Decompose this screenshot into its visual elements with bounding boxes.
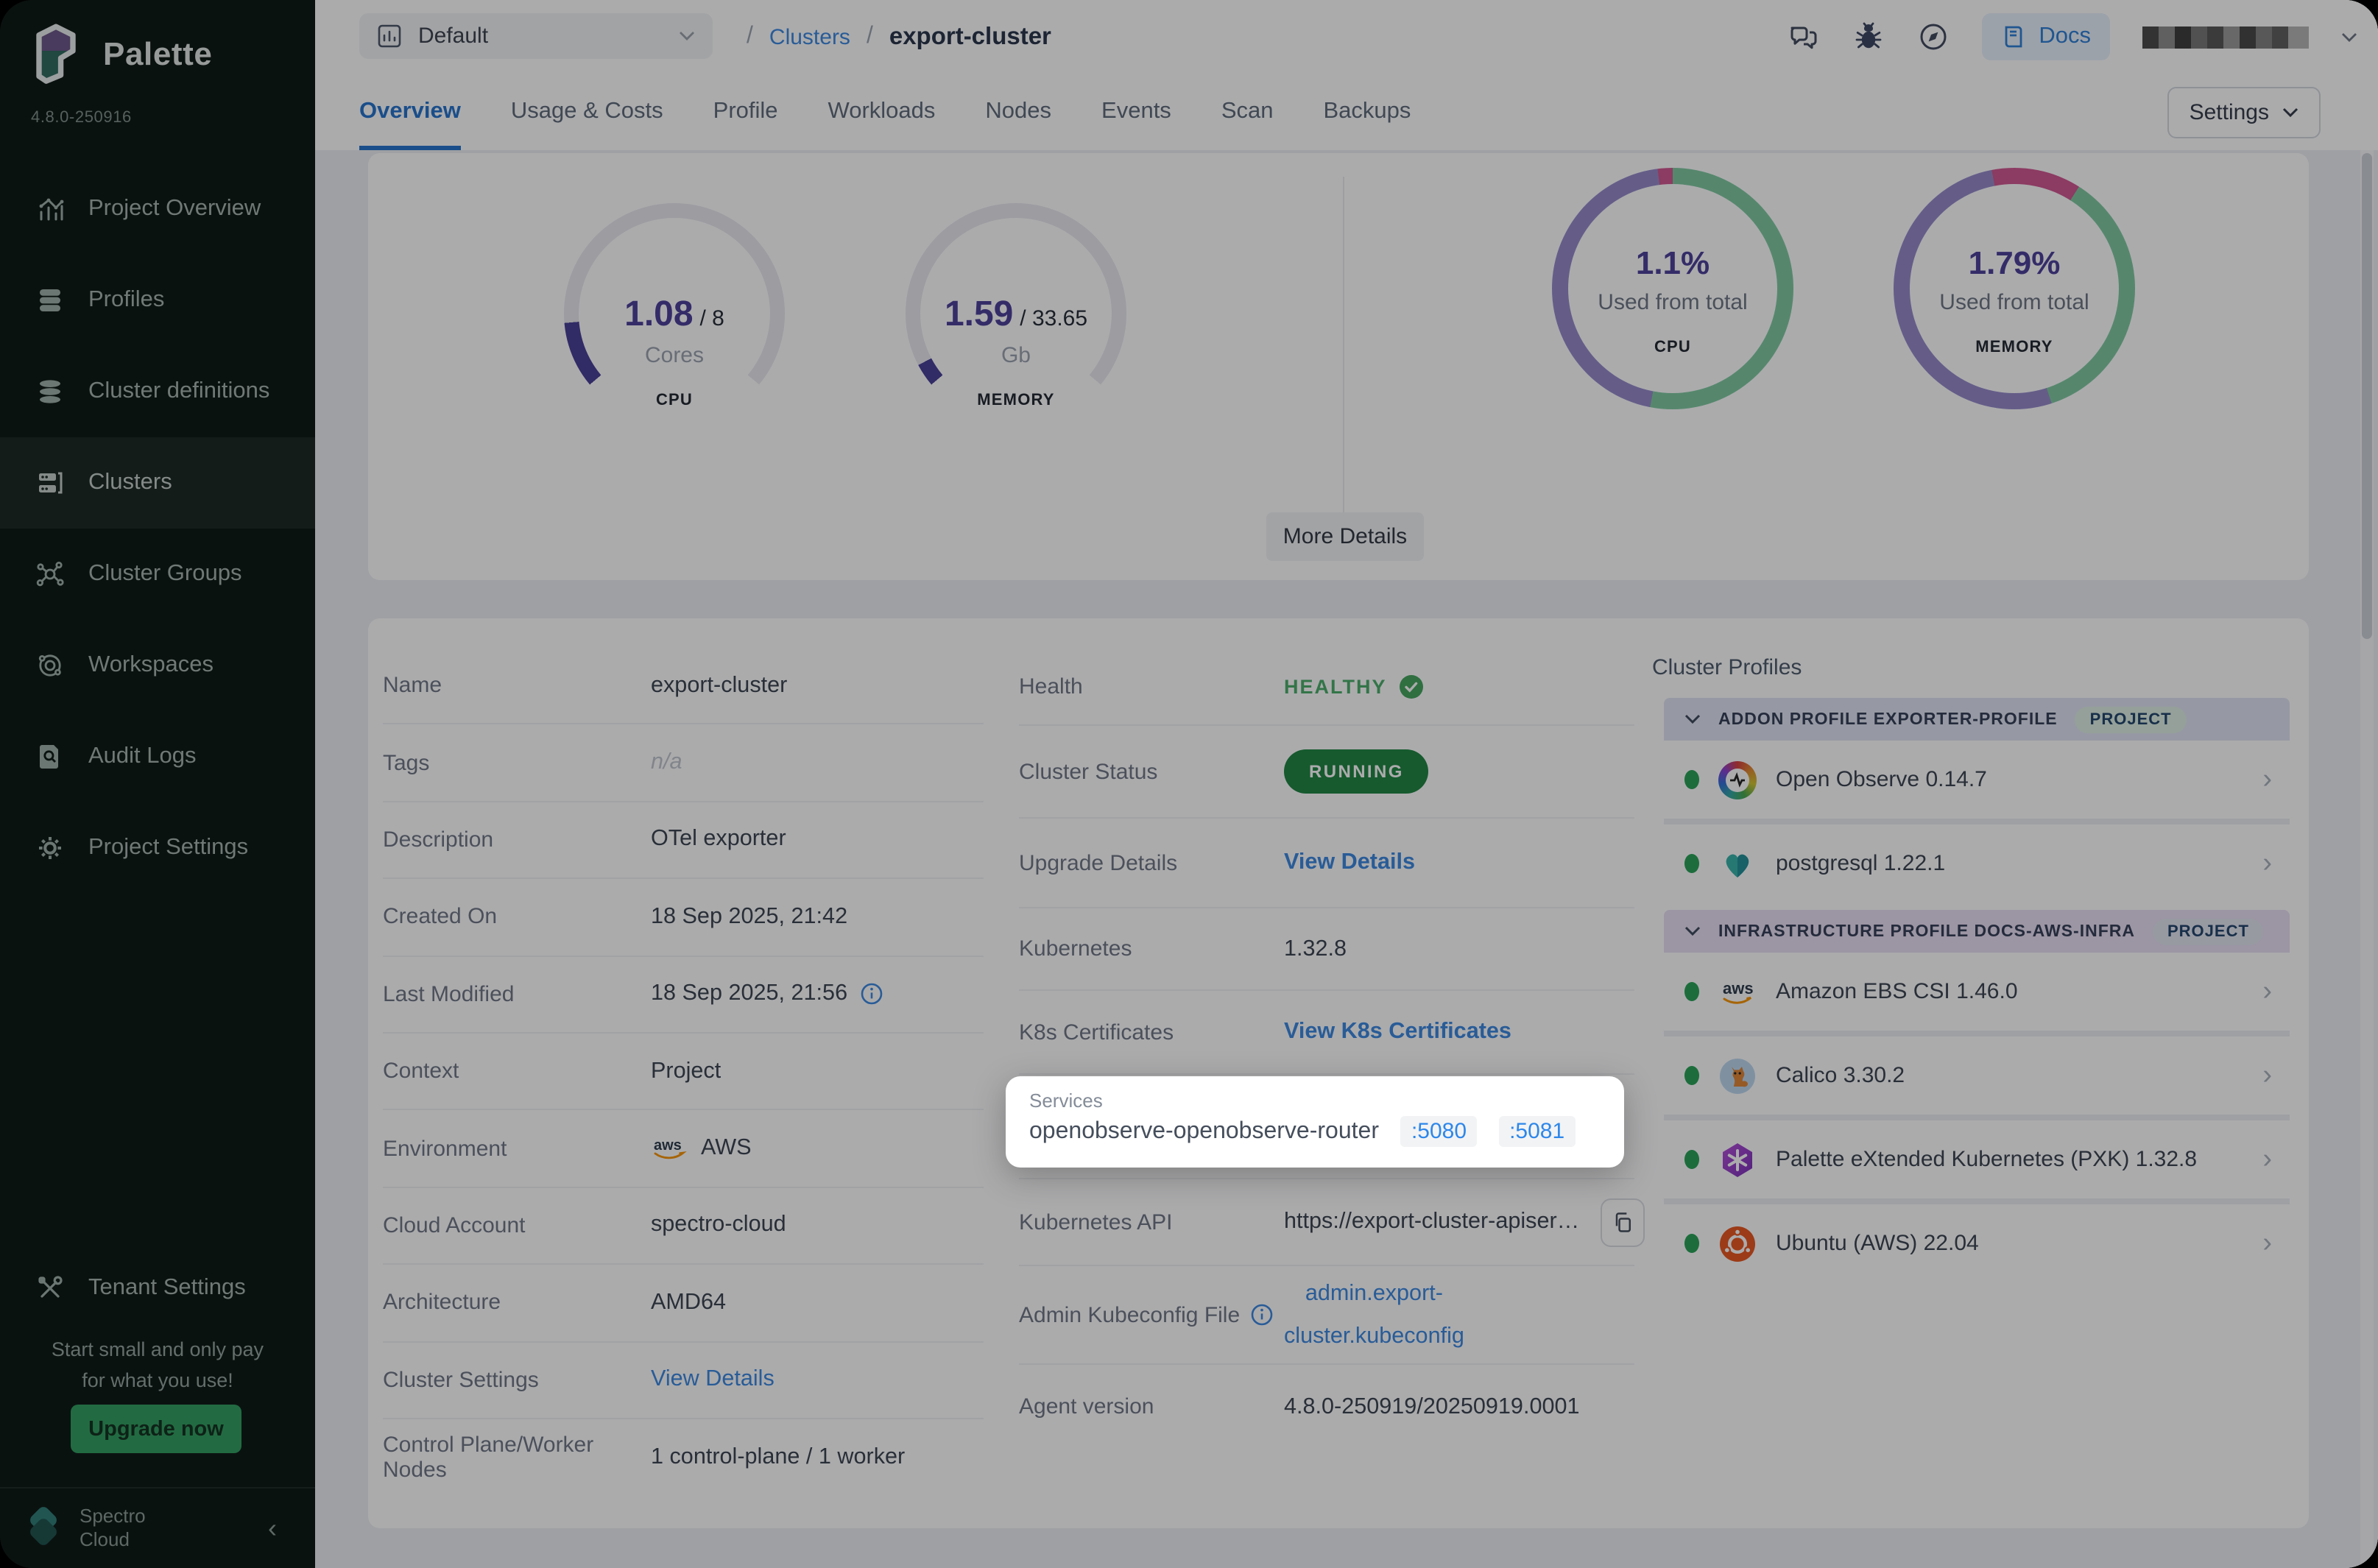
app-window: Palette 4.8.0-250916 Project Overview bbox=[0, 0, 2378, 1568]
service-name: openobserve-openobserve-router bbox=[1029, 1118, 1379, 1145]
tour-dim-overlay bbox=[0, 0, 2378, 1568]
service-port-link-5081[interactable]: :5081 bbox=[1499, 1116, 1575, 1147]
services-label: Services bbox=[1029, 1090, 1601, 1112]
service-port-link-5080[interactable]: :5080 bbox=[1401, 1116, 1477, 1147]
services-spotlight: Services openobserve-openobserve-router … bbox=[1006, 1076, 1624, 1168]
